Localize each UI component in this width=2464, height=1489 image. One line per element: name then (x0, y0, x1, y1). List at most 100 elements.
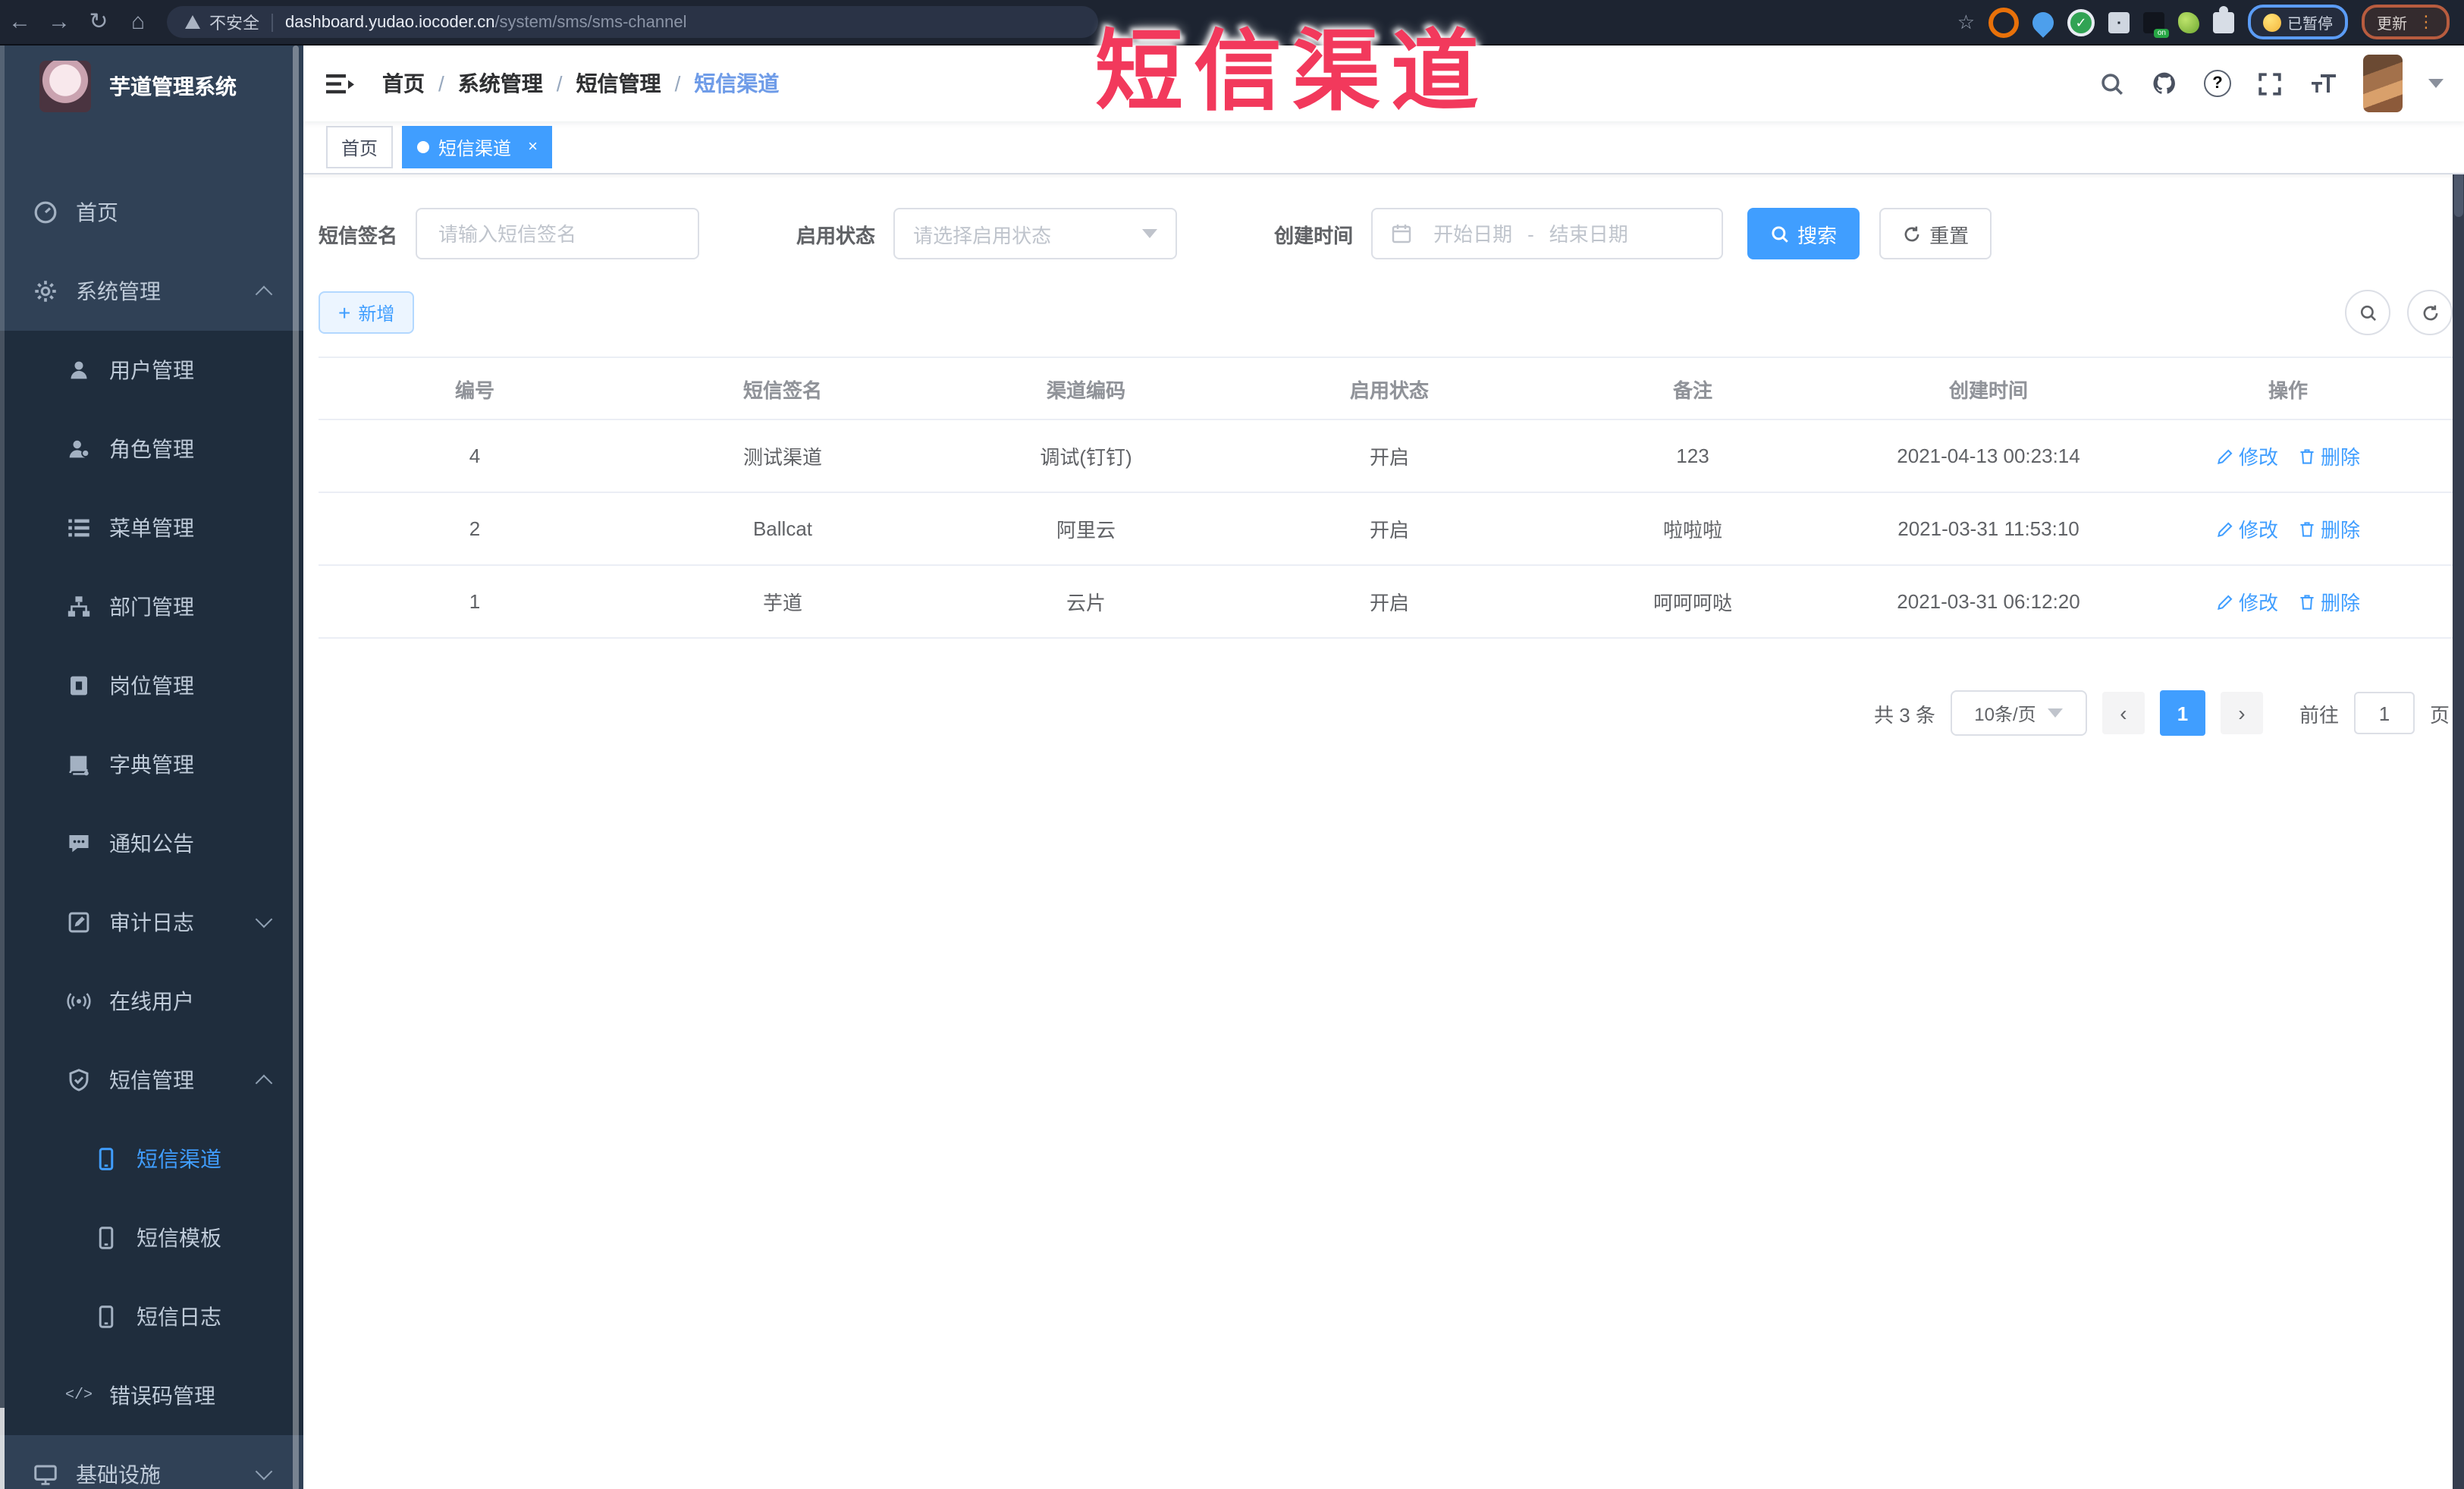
start-date-input[interactable] (1418, 222, 1528, 245)
extension-dock-icon[interactable]: on (2143, 11, 2169, 37)
sign-input-field[interactable] (435, 221, 680, 247)
reset-button[interactable]: 重置 (1879, 208, 1992, 259)
sidebar-item-infrastructure[interactable]: 基础设施 (0, 1435, 303, 1489)
breadcrumb-home[interactable]: 首页 (382, 68, 425, 99)
message-icon (67, 831, 91, 856)
extension-grid-icon[interactable] (2108, 11, 2130, 33)
prev-page-button[interactable]: ‹ (2101, 692, 2145, 734)
address-bar[interactable]: 不安全 dashboard.yudao.iocoder.cn /system/s… (167, 6, 1098, 38)
cell-sign: Ballcat (752, 517, 813, 540)
sidebar-item-sms-channel[interactable]: 短信渠道 (0, 1120, 303, 1198)
extension-pin-icon[interactable] (2028, 7, 2058, 37)
paused-extension-pill[interactable]: 已暂停 (2248, 5, 2348, 39)
sidebar-item-audit-log[interactable]: 审计日志 (0, 883, 303, 962)
status-placeholder: 请选择启用状态 (913, 224, 1052, 247)
goto-page-input[interactable] (2353, 692, 2415, 734)
extension-check-icon[interactable]: ✓ (2067, 8, 2095, 36)
tab-home[interactable]: 首页 (326, 126, 394, 168)
date-range-picker[interactable]: - (1371, 208, 1724, 259)
reload-icon[interactable]: ↻ (79, 0, 118, 44)
cell-remark: 啦啦啦 (1662, 519, 1722, 542)
security-label[interactable]: 不安全 (209, 10, 259, 34)
sidebar-item-label: 字典管理 (109, 752, 194, 777)
page-number-1[interactable]: 1 (2159, 690, 2205, 736)
sidebar-item-error-codes[interactable]: </> 错误码管理 (0, 1356, 303, 1435)
page-size-select[interactable]: 10条/页 (1950, 690, 2087, 736)
search-icon (1772, 225, 1788, 242)
dashboard-icon (33, 200, 58, 225)
delete-link[interactable]: 删除 (2298, 514, 2360, 543)
sidebar-item-notice[interactable]: 通知公告 (0, 804, 303, 883)
sidebar-item-label: 错误码管理 (109, 1384, 215, 1408)
sidebar-item-sms[interactable]: 短信管理 (0, 1041, 303, 1120)
sidebar-item-menus[interactable]: 菜单管理 (0, 488, 303, 567)
sidebar-item-roles[interactable]: 角色管理 (0, 410, 303, 488)
sidebar-item-users[interactable]: 用户管理 (0, 331, 303, 410)
chevron-up-icon (255, 285, 273, 303)
table-row[interactable]: 1 芋道 云片 开启 呵呵呵哒 2021-03-31 06:12:20 修改 删… (319, 566, 2453, 639)
status-select[interactable]: 请选择启用状态 (893, 208, 1178, 259)
end-date-input[interactable] (1533, 222, 1643, 245)
breadcrumb-sms[interactable]: 短信管理 (576, 68, 661, 99)
browser-menu-icon[interactable]: ⋮ (2418, 14, 2434, 30)
app-logo[interactable]: 芋道管理系统 (0, 46, 303, 126)
breadcrumb-system[interactable]: 系统管理 (458, 68, 543, 99)
column-header: 短信签名 (742, 379, 822, 401)
sidebar-item-departments[interactable]: 部门管理 (0, 567, 303, 646)
close-icon[interactable]: × (528, 138, 538, 156)
sidebar-item-online-users[interactable]: 在线用户 (0, 962, 303, 1041)
table-row[interactable]: 4 测试渠道 调试(钉钉) 开启 123 2021-04-13 00:23:14… (319, 420, 2453, 493)
user-menu-caret-icon[interactable] (2428, 79, 2444, 88)
sign-input[interactable] (416, 208, 700, 259)
window-scrollbar[interactable] (2453, 44, 2464, 1489)
reset-button-label: 重置 (1929, 224, 1970, 247)
sidebar-item-dict[interactable]: 字典管理 (0, 725, 303, 804)
extension-orange-icon[interactable] (1988, 7, 2019, 37)
avatar[interactable] (2363, 55, 2403, 112)
back-icon[interactable]: ← (0, 0, 39, 44)
cell-code: 阿里云 (1056, 519, 1116, 542)
edit-link[interactable]: 修改 (2216, 514, 2278, 543)
badge-icon (67, 674, 91, 698)
sidebar-item-system[interactable]: 系统管理 (0, 252, 303, 331)
delete-link[interactable]: 删除 (2298, 441, 2360, 470)
toggle-search-button[interactable] (2345, 290, 2390, 335)
table-row[interactable]: 2 Ballcat 阿里云 开启 啦啦啦 2021-03-31 11:53:10… (319, 493, 2453, 566)
select-caret-icon (1142, 229, 1158, 238)
tab-label: 首页 (341, 137, 378, 159)
search-button[interactable]: 搜索 (1747, 208, 1860, 259)
refresh-table-button[interactable] (2407, 290, 2453, 335)
edit-link[interactable]: 修改 (2216, 441, 2278, 470)
collapse-sidebar-icon[interactable] (326, 72, 355, 95)
delete-link[interactable]: 删除 (2298, 587, 2360, 616)
bookmark-star-icon[interactable]: ☆ (1957, 10, 1975, 34)
home-icon[interactable]: ⌂ (118, 0, 158, 44)
edit-link[interactable]: 修改 (2216, 587, 2278, 616)
next-page-button[interactable]: › (2220, 692, 2263, 734)
font-size-icon[interactable] (2309, 71, 2337, 96)
forward-icon[interactable]: → (39, 0, 79, 44)
sidebar-item-label: 岗位管理 (109, 674, 194, 698)
extension-leaf-icon[interactable] (2178, 11, 2199, 33)
search-icon[interactable] (2099, 71, 2125, 96)
trash-icon (2300, 521, 2314, 536)
fullscreen-icon[interactable] (2257, 71, 2283, 96)
sidebar-item-sms-log[interactable]: 短信日志 (0, 1277, 303, 1356)
sidebar-scrollbar[interactable] (293, 46, 299, 1489)
search-form: 短信签名 启用状态 请选择启用状态 创建时间 - (319, 208, 2453, 259)
extensions-puzzle-icon[interactable] (2213, 5, 2234, 33)
help-icon[interactable]: ? (2204, 70, 2231, 97)
active-dot-icon (417, 141, 430, 153)
update-browser-button[interactable]: 更新 ⋮ (2362, 5, 2450, 39)
refresh-icon (1904, 225, 1919, 241)
cell-status: 开启 (1369, 592, 1409, 614)
edit-label: 修改 (2238, 446, 2278, 469)
sidebar-item-posts[interactable]: 岗位管理 (0, 646, 303, 725)
tab-sms-channel[interactable]: 短信渠道 × (402, 126, 553, 168)
sidebar-left-scrollbar[interactable] (0, 46, 5, 1489)
add-button[interactable]: + 新增 (319, 291, 415, 334)
org-tree-icon (67, 595, 91, 619)
sidebar-item-home[interactable]: 首页 (0, 173, 303, 252)
sidebar-item-sms-template[interactable]: 短信模板 (0, 1198, 303, 1277)
github-icon[interactable] (2151, 70, 2178, 97)
